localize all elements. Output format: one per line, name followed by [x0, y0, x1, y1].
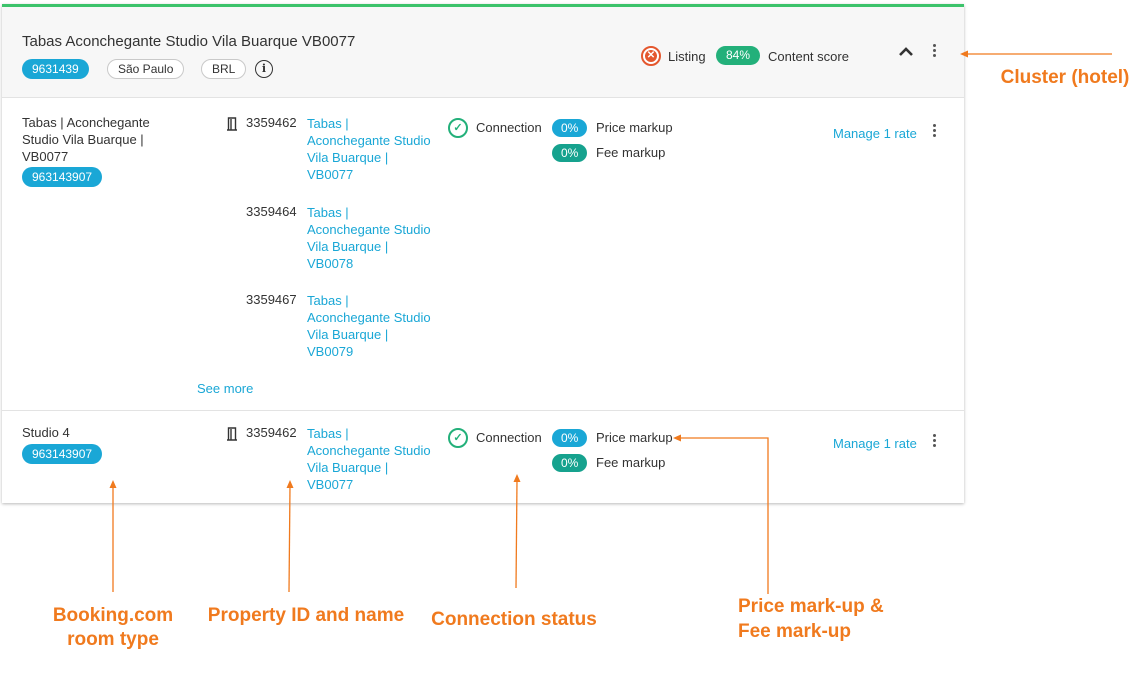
annotation-connection: Connection status: [431, 609, 597, 630]
annotation-arrows: [109, 50, 1112, 594]
listing-error-icon: ✕: [641, 46, 661, 66]
annotation-markup: Price mark-up & Fee mark-up: [738, 596, 884, 642]
annotation-cluster: Cluster (hotel): [1000, 67, 1130, 88]
annotation-property: Property ID and name: [207, 605, 405, 626]
annotation-room-type: Booking.com room type: [52, 605, 174, 650]
